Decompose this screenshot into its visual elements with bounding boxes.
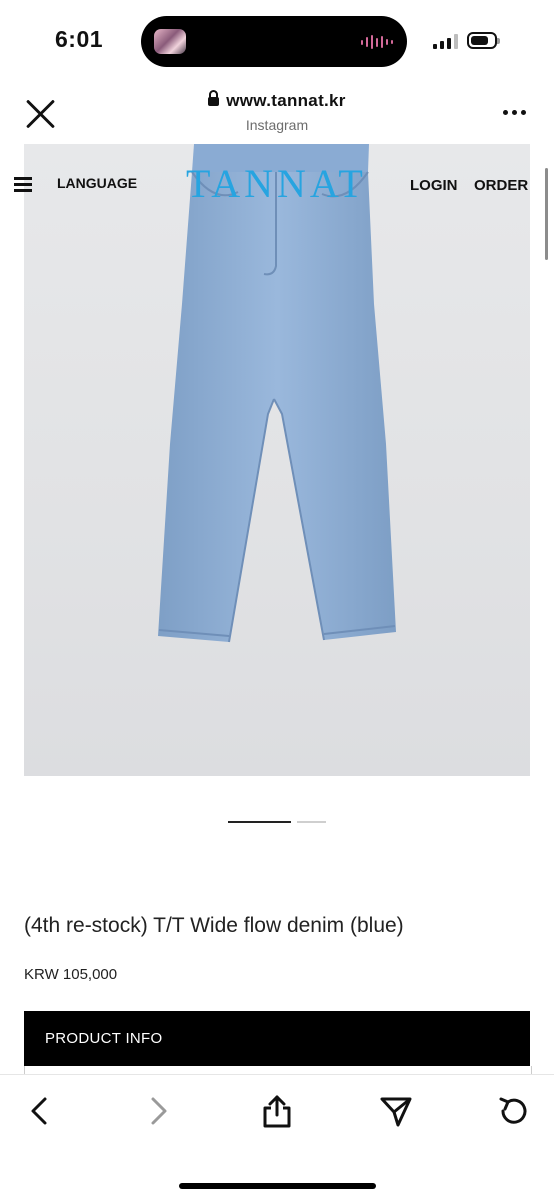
send-icon[interactable]: [378, 1093, 414, 1129]
chevron-left-icon[interactable]: [22, 1093, 58, 1129]
product-title: (4th re-stock) T/T Wide flow denim (blue…: [24, 914, 404, 937]
login-link[interactable]: LOGIN: [410, 177, 458, 194]
scrollbar[interactable]: [545, 168, 548, 260]
denim-jeans-illustration: [158, 144, 396, 643]
reload-icon[interactable]: [496, 1093, 532, 1129]
more-icon[interactable]: [503, 110, 526, 115]
source-label: Instagram: [245, 117, 309, 133]
product-info-label: PRODUCT INFO: [45, 1030, 163, 1047]
in-app-browser-header: www.tannat.kr Instagram: [0, 84, 554, 144]
carousel-indicator: [228, 821, 326, 823]
site-navigation: LANGUAGE TANNAT LOGIN ORDER: [0, 144, 554, 224]
carousel-indicator-active[interactable]: [228, 821, 291, 823]
web-content[interactable]: LANGUAGE TANNAT LOGIN ORDER (4th re-stoc…: [0, 144, 554, 1074]
battery-icon: [467, 32, 500, 49]
dynamic-island[interactable]: [141, 16, 407, 67]
product-image[interactable]: [24, 144, 530, 776]
home-indicator[interactable]: [179, 1183, 376, 1189]
url-display[interactable]: www.tannat.kr: [0, 90, 554, 111]
product-info-tab[interactable]: PRODUCT INFO: [24, 1011, 530, 1066]
product-info-panel: [24, 1066, 532, 1074]
chevron-right-icon[interactable]: [140, 1093, 176, 1129]
audio-waveform-icon: [361, 34, 393, 50]
lock-icon: [208, 90, 220, 106]
order-link[interactable]: ORDER: [474, 177, 528, 194]
hamburger-menu-icon[interactable]: [14, 177, 32, 192]
carousel-indicator-inactive[interactable]: [297, 821, 326, 823]
product-price: KRW 105,000: [24, 966, 118, 983]
browser-toolbar: [0, 1074, 554, 1201]
cellular-signal-icon: [433, 34, 458, 49]
language-link[interactable]: LANGUAGE: [57, 175, 137, 191]
status-bar: 6:01: [0, 0, 554, 84]
url-text: www.tannat.kr: [226, 91, 346, 110]
status-time: 6:01: [55, 26, 104, 52]
share-icon[interactable]: [259, 1093, 295, 1129]
site-logo[interactable]: TANNAT: [186, 160, 367, 207]
now-playing-thumbnail: [154, 29, 186, 54]
